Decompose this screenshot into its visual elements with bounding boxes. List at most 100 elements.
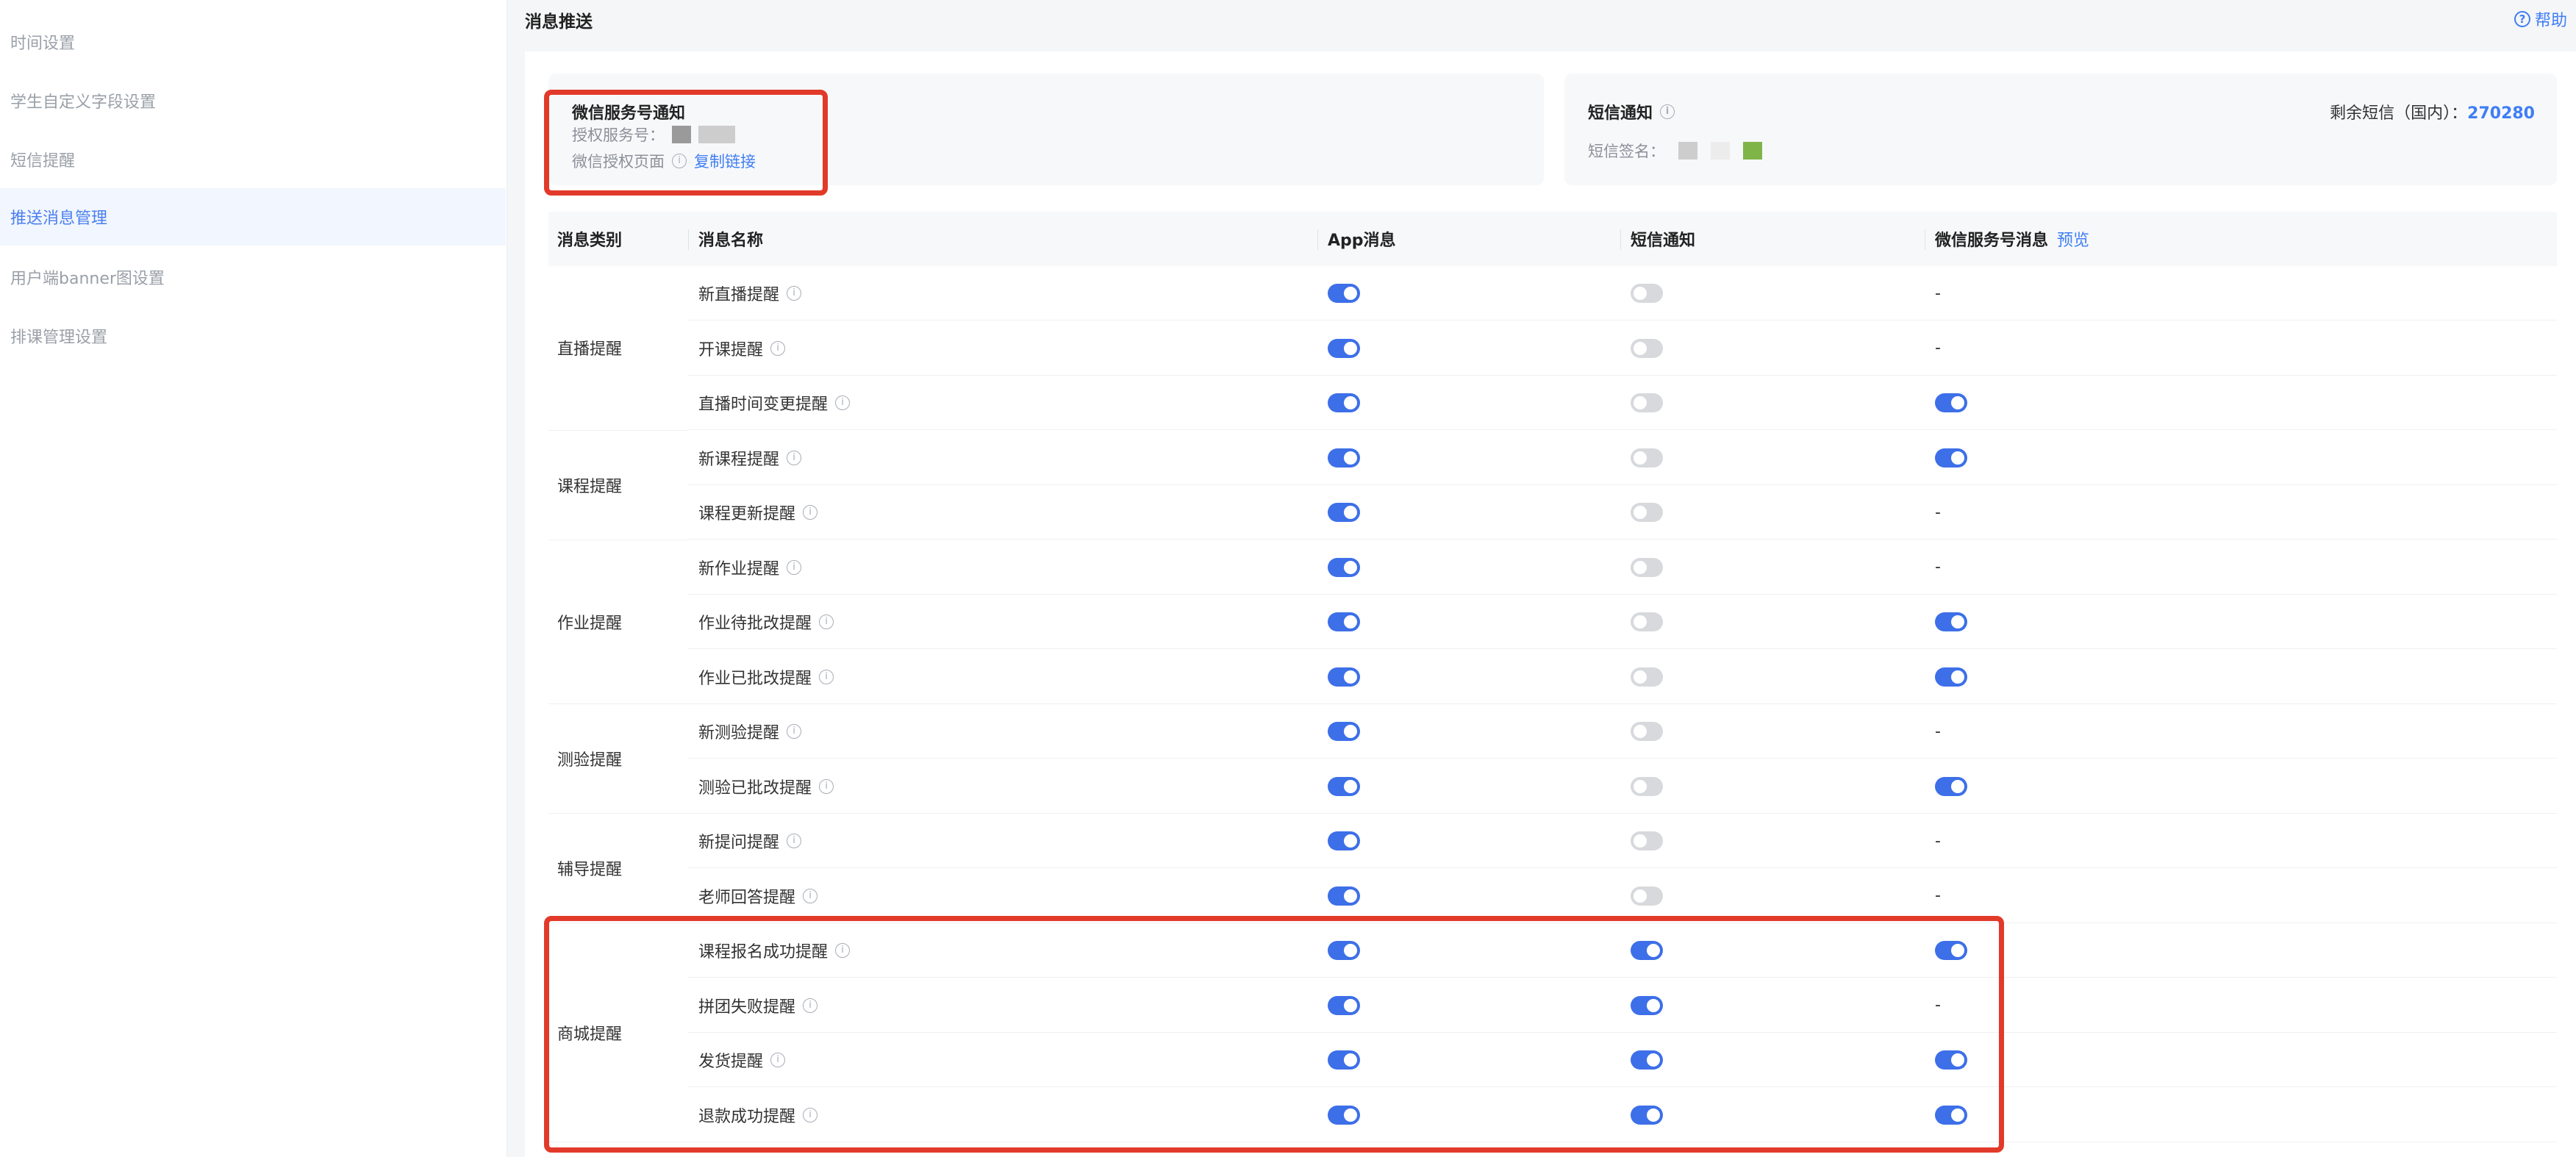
- sms-notification-toggle[interactable]: [1631, 831, 1663, 850]
- wechat-message-cell: -: [1935, 978, 1941, 1033]
- app-message-toggle[interactable]: [1328, 393, 1360, 412]
- category-cell: 辅导提醒: [548, 814, 688, 923]
- app-message-toggle[interactable]: [1328, 667, 1360, 687]
- toggle-knob: [1344, 506, 1357, 519]
- info-icon[interactable]: i: [835, 943, 851, 958]
- info-icon[interactable]: i: [803, 505, 818, 520]
- sms-notification-toggle[interactable]: [1631, 941, 1663, 960]
- sms-notification-toggle[interactable]: [1631, 338, 1663, 358]
- app-message-toggle[interactable]: [1328, 995, 1360, 1015]
- info-icon[interactable]: i: [770, 1053, 786, 1067]
- message-name-cell: 新测验提醒 i: [698, 704, 802, 759]
- info-icon[interactable]: i: [1660, 104, 1675, 119]
- sms-notification-toggle[interactable]: [1631, 776, 1663, 796]
- info-icon[interactable]: i: [672, 154, 687, 168]
- wechat-message-toggle[interactable]: [1935, 1050, 1967, 1070]
- info-icon[interactable]: i: [803, 1107, 818, 1122]
- sidebar-item-label: 学生自定义字段设置: [10, 93, 157, 112]
- remaining-sms-value: 270280: [2467, 104, 2535, 123]
- sms-notification-cell: [1631, 376, 1663, 430]
- message-name-cell: 老师回答提醒 i: [698, 869, 818, 923]
- sms-notification-cell: [1631, 321, 1663, 376]
- wechat-message-toggle[interactable]: [1935, 1105, 1967, 1125]
- message-name-cell: 课程报名成功提醒 i: [698, 923, 851, 978]
- info-icon[interactable]: i: [787, 450, 802, 465]
- sms-notification-toggle[interactable]: [1631, 667, 1663, 687]
- app-message-cell: [1328, 266, 1360, 320]
- sms-notification-toggle[interactable]: [1631, 1105, 1663, 1125]
- info-icon[interactable]: i: [803, 888, 818, 903]
- sms-notification-cell: [1631, 485, 1663, 540]
- copy-link-button[interactable]: 复制链接: [694, 150, 756, 172]
- info-icon[interactable]: i: [819, 669, 834, 684]
- app-message-toggle[interactable]: [1328, 886, 1360, 906]
- sidebar-item-label: 短信提醒: [10, 152, 76, 171]
- help-link[interactable]: ? 帮助: [2514, 7, 2567, 31]
- toggle-knob: [1344, 944, 1357, 957]
- table-row: 新提问提醒 i -: [548, 814, 2557, 868]
- app-message-toggle[interactable]: [1328, 338, 1360, 358]
- app-message-toggle[interactable]: [1328, 722, 1360, 741]
- app-message-toggle[interactable]: [1328, 831, 1360, 850]
- info-icon[interactable]: i: [770, 340, 786, 356]
- wechat-message-toggle[interactable]: [1935, 612, 1967, 631]
- toggle-knob: [1647, 998, 1660, 1012]
- app-message-toggle[interactable]: [1328, 612, 1360, 631]
- info-icon[interactable]: i: [803, 997, 818, 1013]
- app-message-toggle[interactable]: [1328, 448, 1360, 468]
- app-message-toggle[interactable]: [1328, 941, 1360, 960]
- app-message-cell: [1328, 759, 1360, 814]
- info-icon[interactable]: i: [787, 559, 802, 575]
- preview-link[interactable]: 预览: [2057, 227, 2089, 251]
- page-title: 消息推送: [525, 12, 593, 32]
- wechat-message-toggle[interactable]: [1935, 448, 1967, 468]
- toggle-knob: [1634, 451, 1647, 465]
- app-message-toggle[interactable]: [1328, 284, 1360, 303]
- info-icon[interactable]: i: [787, 286, 802, 301]
- sms-notification-toggle[interactable]: [1631, 995, 1663, 1015]
- col-header-sms: 短信通知: [1631, 232, 1696, 250]
- info-icon[interactable]: i: [835, 395, 851, 410]
- sms-notification-toggle[interactable]: [1631, 393, 1663, 412]
- wechat-message-toggle[interactable]: [1935, 941, 1967, 960]
- sms-card-title: 短信通知: [1588, 104, 1653, 123]
- wechat-message-toggle[interactable]: [1935, 776, 1967, 796]
- sms-notification-toggle[interactable]: [1631, 612, 1663, 631]
- sidebar-item-time-settings[interactable]: 时间设置: [0, 13, 506, 71]
- toggle-knob: [1344, 998, 1357, 1012]
- sms-notification-card: 短信通知 i 剩余短信（国内）：270280 短信签名：: [1564, 74, 2557, 185]
- wechat-message-toggle[interactable]: [1935, 393, 1967, 412]
- app-message-toggle[interactable]: [1328, 1050, 1360, 1070]
- info-icon[interactable]: i: [819, 615, 834, 629]
- sms-notification-toggle[interactable]: [1631, 503, 1663, 522]
- info-icon[interactable]: i: [787, 724, 802, 739]
- signature-image: [1678, 142, 1697, 160]
- sidebar-item-push-messages[interactable]: 推送消息管理: [0, 188, 506, 246]
- app-message-toggle[interactable]: [1328, 1105, 1360, 1125]
- app-message-toggle[interactable]: [1328, 776, 1360, 796]
- sms-notification-toggle[interactable]: [1631, 284, 1663, 303]
- sidebar-item-banner-settings[interactable]: 用户端banner图设置: [0, 248, 506, 306]
- category-cell: 作业提醒: [548, 540, 688, 704]
- sms-notification-toggle[interactable]: [1631, 448, 1663, 468]
- toggle-knob: [1344, 1053, 1357, 1067]
- sidebar-item-student-fields[interactable]: 学生自定义字段设置: [0, 72, 506, 129]
- app-message-toggle[interactable]: [1328, 503, 1360, 522]
- service-avatar-image: [672, 126, 691, 143]
- category-label: 直播提醒: [557, 340, 623, 359]
- info-icon[interactable]: i: [819, 778, 834, 794]
- info-icon[interactable]: i: [787, 834, 802, 848]
- sms-notification-toggle[interactable]: [1631, 886, 1663, 906]
- toggle-knob: [1951, 779, 1964, 793]
- sidebar-item-schedule-settings[interactable]: 排课管理设置: [0, 307, 506, 365]
- app-message-toggle[interactable]: [1328, 557, 1360, 577]
- wechat-message-toggle[interactable]: [1935, 667, 1967, 687]
- sms-notification-toggle[interactable]: [1631, 1050, 1663, 1070]
- wechat-message-cell: [1935, 376, 1967, 430]
- sidebar-item-sms-reminder[interactable]: 短信提醒: [0, 131, 506, 188]
- sms-notification-toggle[interactable]: [1631, 722, 1663, 741]
- sms-signature-row: 短信签名：: [1588, 140, 1762, 162]
- sms-notification-cell: [1631, 759, 1663, 814]
- sms-notification-toggle[interactable]: [1631, 557, 1663, 577]
- message-name: 新直播提醒: [698, 286, 780, 304]
